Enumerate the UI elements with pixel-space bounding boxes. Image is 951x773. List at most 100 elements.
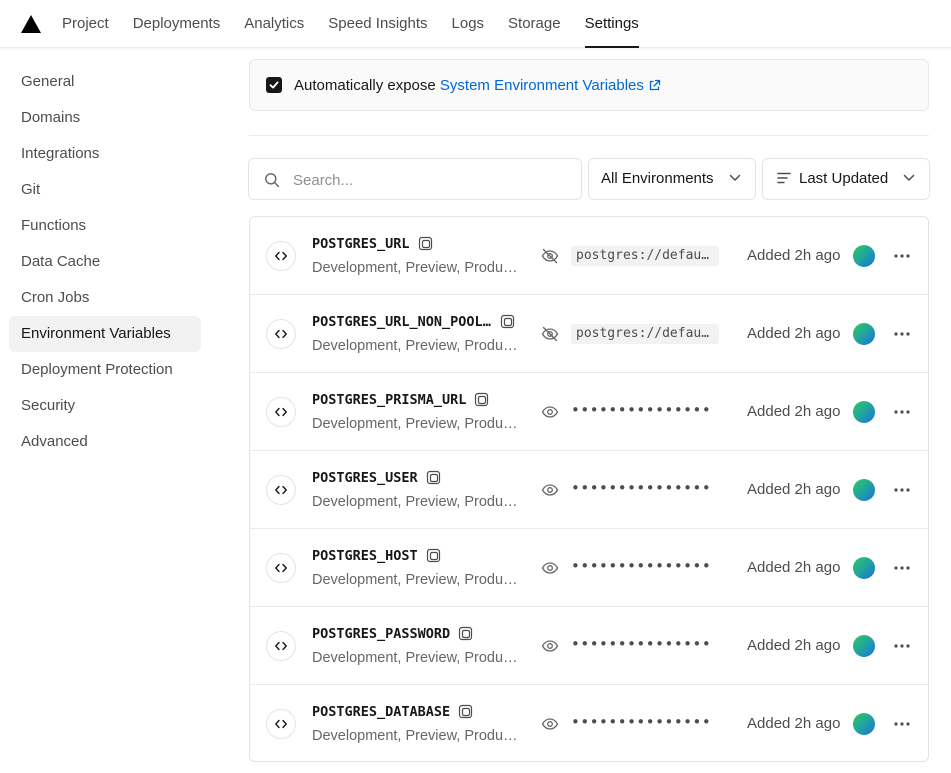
added-timestamp: Added 2h ago — [747, 715, 841, 732]
variable-environments: Development, Preview, Production — [312, 494, 522, 510]
env-variable-row: POSTGRES_USER Development, Preview, Produ… — [250, 451, 928, 529]
more-options-icon[interactable] — [890, 480, 914, 500]
added-timestamp: Added 2h ago — [747, 559, 841, 576]
code-brackets-icon[interactable] — [266, 397, 296, 427]
sort-label: Last Updated — [799, 170, 889, 187]
search-icon — [265, 173, 280, 188]
sidebar-item-cron-jobs[interactable]: Cron Jobs — [9, 280, 201, 316]
variable-name: POSTGRES_USER — [312, 470, 418, 486]
variable-environments: Development, Preview, Production — [312, 260, 522, 276]
variable-name: POSTGRES_PRISMA_URL — [312, 392, 467, 408]
variable-environments: Development, Preview, Production — [312, 416, 522, 432]
sidebar-item-integrations[interactable]: Integrations — [9, 136, 201, 172]
system-env-vars-link-text[interactable]: System Environment Variables — [440, 77, 644, 94]
eye-icon[interactable] — [541, 637, 559, 660]
tab-analytics[interactable]: Analytics — [232, 0, 316, 48]
code-brackets-icon[interactable] — [266, 319, 296, 349]
variable-name: POSTGRES_URL_NON_POOLING — [312, 314, 492, 330]
eye-icon[interactable] — [541, 481, 559, 504]
eye-icon[interactable] — [541, 403, 559, 426]
tab-settings[interactable]: Settings — [573, 0, 651, 48]
eye-icon[interactable] — [541, 715, 559, 738]
copy-icon[interactable] — [458, 626, 474, 642]
more-options-icon[interactable] — [890, 402, 914, 422]
sidebar-item-environment-variables[interactable]: Environment Variables — [9, 316, 201, 352]
variable-name: POSTGRES_PASSWORD — [312, 626, 451, 642]
avatar — [853, 245, 875, 267]
sidebar-item-functions[interactable]: Functions — [9, 208, 201, 244]
avatar — [853, 713, 875, 735]
variable-value: postgres://default: — [571, 324, 719, 344]
code-brackets-icon[interactable] — [266, 241, 296, 271]
variable-value: ••••••••••••••• — [571, 557, 712, 575]
tab-logs[interactable]: Logs — [440, 0, 497, 48]
copy-icon[interactable] — [474, 392, 490, 408]
more-options-icon[interactable] — [890, 558, 914, 578]
code-brackets-icon[interactable] — [266, 631, 296, 661]
sidebar-item-deployment-protection[interactable]: Deployment Protection — [9, 352, 201, 388]
env-variable-row: POSTGRES_PASSWORD Development, Preview, P… — [250, 607, 928, 685]
avatar — [853, 557, 875, 579]
settings-sidebar: General Domains Integrations Git Functions Da… — [9, 64, 201, 460]
check-icon — [269, 81, 279, 89]
tab-project[interactable]: Project — [50, 0, 121, 48]
copy-icon[interactable] — [426, 470, 442, 486]
added-timestamp: Added 2h ago — [747, 325, 841, 342]
eye-off-icon[interactable] — [541, 247, 559, 270]
expose-text: Automatically expose — [294, 77, 436, 94]
more-options-icon[interactable] — [890, 324, 914, 344]
external-link-icon — [649, 79, 661, 91]
expose-system-env-panel: Automatically expose System Environment … — [249, 59, 929, 111]
env-variable-row: POSTGRES_URL_NON_POOLING Development, Pre… — [250, 295, 928, 373]
environment-filter-label: All Environments — [601, 170, 714, 187]
variable-value: ••••••••••••••• — [571, 635, 712, 653]
added-timestamp: Added 2h ago — [747, 481, 841, 498]
sidebar-item-domains[interactable]: Domains — [9, 100, 201, 136]
sidebar-item-advanced[interactable]: Advanced — [9, 424, 201, 460]
search-box — [248, 158, 582, 200]
search-input[interactable] — [293, 167, 573, 193]
nav-tabs: Project Deployments Analytics Speed Insight… — [50, 0, 651, 48]
env-variable-row: POSTGRES_URL Development, Preview, Produc… — [250, 217, 928, 295]
added-timestamp: Added 2h ago — [747, 637, 841, 654]
sidebar-item-git[interactable]: Git — [9, 172, 201, 208]
more-options-icon[interactable] — [890, 714, 914, 734]
tab-storage[interactable]: Storage — [496, 0, 573, 48]
chevron-down-icon — [729, 174, 741, 181]
sidebar-item-security[interactable]: Security — [9, 388, 201, 424]
more-options-icon[interactable] — [890, 636, 914, 656]
eye-off-icon[interactable] — [541, 325, 559, 348]
variable-name: POSTGRES_URL — [312, 236, 410, 252]
avatar — [853, 323, 875, 345]
code-brackets-icon[interactable] — [266, 553, 296, 583]
copy-icon[interactable] — [418, 236, 434, 252]
copy-icon[interactable] — [426, 548, 442, 564]
copy-icon[interactable] — [458, 704, 474, 720]
tab-deployments[interactable]: Deployments — [121, 0, 233, 48]
variable-name: POSTGRES_HOST — [312, 548, 418, 564]
sort-dropdown[interactable]: Last Updated — [762, 158, 930, 200]
sidebar-item-data-cache[interactable]: Data Cache — [9, 244, 201, 280]
sidebar-item-general[interactable]: General — [9, 64, 201, 100]
env-variable-row: POSTGRES_DATABASE Development, Preview, P… — [250, 685, 928, 761]
avatar — [853, 479, 875, 501]
variable-environments: Development, Preview, Production — [312, 572, 522, 588]
variable-value: ••••••••••••••• — [571, 713, 712, 731]
chevron-down-icon — [903, 174, 915, 181]
more-options-icon[interactable] — [890, 246, 914, 266]
vercel-logo-icon[interactable] — [20, 14, 42, 34]
code-brackets-icon[interactable] — [266, 709, 296, 739]
environment-filter-dropdown[interactable]: All Environments — [588, 158, 756, 200]
variable-name: POSTGRES_DATABASE — [312, 704, 451, 720]
variable-environments: Development, Preview, Production — [312, 728, 522, 744]
variable-value: postgres://default: — [571, 246, 719, 266]
variable-value: ••••••••••••••• — [571, 479, 712, 497]
variable-value: ••••••••••••••• — [571, 401, 712, 419]
tab-speed-insights[interactable]: Speed Insights — [316, 0, 439, 48]
eye-icon[interactable] — [541, 559, 559, 582]
copy-icon[interactable] — [500, 314, 516, 330]
code-brackets-icon[interactable] — [266, 475, 296, 505]
expose-checkbox[interactable] — [266, 77, 282, 93]
system-env-vars-link[interactable]: System Environment Variables — [440, 77, 661, 94]
env-variable-row: POSTGRES_HOST Development, Preview, Produ… — [250, 529, 928, 607]
